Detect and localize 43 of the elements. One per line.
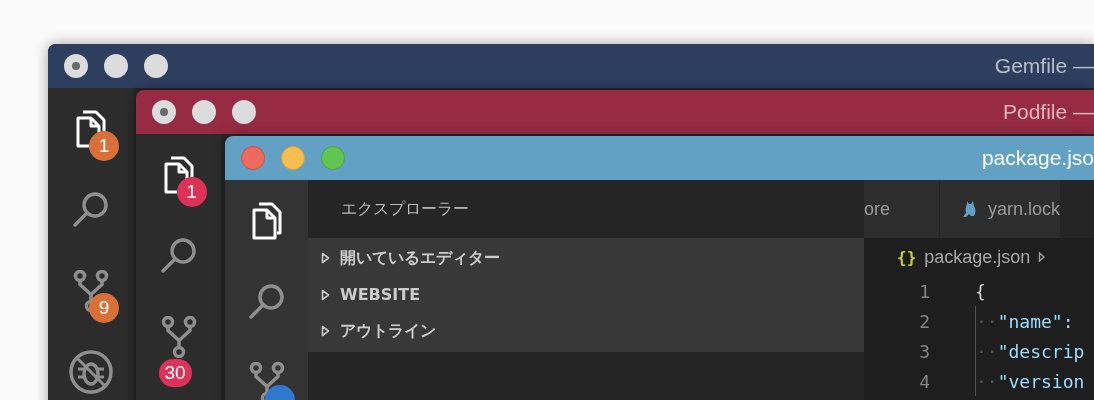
code-text: { [975, 280, 986, 302]
chevron-icon [1038, 251, 1047, 263]
minimize-button[interactable] [104, 54, 128, 78]
close-button[interactable] [152, 100, 176, 124]
window-title: package.jso [981, 146, 1094, 170]
zoom-button[interactable] [144, 54, 168, 78]
window-title: Podfile — [1002, 100, 1094, 124]
count-badge: 30 [158, 358, 192, 387]
source-control-icon[interactable] [73, 269, 109, 312]
window-title: Gemfile — [994, 54, 1094, 78]
search-icon[interactable] [246, 281, 287, 322]
line-number: 1 [918, 280, 930, 302]
json-icon: {} [897, 247, 917, 267]
whitespace-dots: ·· [976, 310, 998, 332]
expand-icon[interactable] [321, 252, 330, 265]
editor-tab[interactable]: ore [864, 180, 940, 238]
minimize-button[interactable] [192, 100, 216, 124]
code-text: "name": [997, 310, 1074, 332]
count-badge: 1 [176, 176, 207, 207]
line-number: 4 [918, 370, 930, 392]
explorer-title: エクスプローラー [341, 198, 469, 220]
sidebar-section[interactable]: アウトライン [308, 313, 864, 350]
expand-icon[interactable] [321, 325, 330, 338]
line-number: 2 [918, 310, 930, 332]
editor-tab[interactable]: yarn.lock [940, 180, 1062, 238]
no-bug-icon[interactable] [68, 348, 114, 395]
search-icon[interactable] [71, 189, 111, 230]
whitespace-dots: ·· [976, 340, 998, 362]
close-button[interactable] [64, 54, 88, 78]
whitespace-dots: ·· [976, 370, 998, 392]
line-number: 3 [918, 340, 930, 362]
sidebar-section[interactable]: 開いているエディター [308, 240, 864, 277]
count-badge: 1 [89, 130, 119, 161]
cat-icon [962, 199, 978, 219]
source-control-icon[interactable] [160, 315, 197, 358]
expand-icon[interactable] [321, 288, 330, 301]
sidebar-section[interactable]: WEBSITE [308, 276, 864, 313]
search-icon[interactable] [158, 235, 199, 276]
zoom-button[interactable] [232, 100, 256, 124]
count-badge: 9 [89, 292, 119, 323]
code-text: "descrip [997, 340, 1085, 362]
code-text: "version [997, 370, 1085, 392]
breadcrumb-item[interactable]: package.json [924, 246, 1031, 268]
